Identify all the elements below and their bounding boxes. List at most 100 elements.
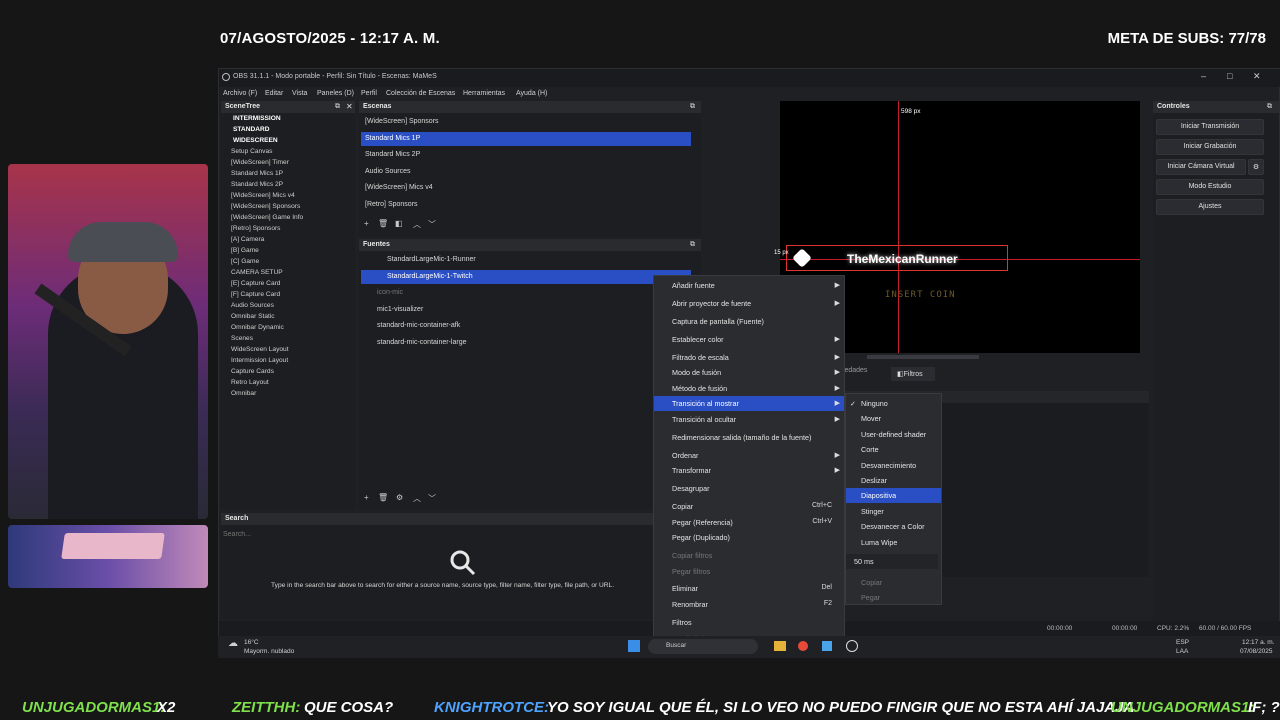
context-menu-item[interactable]: Modo de fusión ▶ bbox=[654, 365, 844, 380]
scenetree-item[interactable]: Audio Sources bbox=[231, 302, 274, 309]
maximize-icon[interactable]: □ bbox=[1227, 71, 1232, 81]
dock-float-icon[interactable]: ⧉ bbox=[690, 241, 695, 249]
context-menu-item[interactable]: Abrir proyector de fuente ▶ bbox=[654, 296, 844, 311]
context-menu-item[interactable]: Pegar (Duplicado) bbox=[654, 530, 844, 545]
start-recording-button[interactable]: Iniciar Grabación bbox=[1156, 139, 1264, 155]
scenetree-item[interactable]: Setup Canvas bbox=[231, 148, 272, 155]
scene-item[interactable]: Standard Mics 1P bbox=[361, 131, 691, 146]
scenetree-item[interactable]: Capture Cards bbox=[231, 368, 274, 375]
preview-scrollbar[interactable] bbox=[867, 355, 979, 359]
scenetree-item[interactable]: [A] Camera bbox=[231, 236, 264, 243]
source-item[interactable]: standard-mic-container-afk bbox=[361, 319, 691, 333]
context-menu-item[interactable]: Añadir fuente ▶ bbox=[654, 278, 844, 293]
move-up-icon[interactable]: ︿ bbox=[413, 493, 421, 504]
menu-coleccion[interactable]: Colección de Escenas bbox=[386, 90, 455, 97]
scenetree-item[interactable]: [WideScreen] Mics v4 bbox=[231, 192, 295, 199]
file-explorer-icon[interactable] bbox=[774, 641, 786, 651]
transition-option[interactable]: Desvanecer a Color bbox=[846, 519, 941, 534]
menu-ayuda[interactable]: Ayuda (H) bbox=[516, 90, 547, 97]
transition-option[interactable]: ✓ Ninguno bbox=[846, 396, 941, 411]
move-down-icon[interactable]: ﹀ bbox=[428, 219, 436, 230]
context-menu-item[interactable]: Eliminar Del bbox=[654, 581, 844, 596]
scenetree-item[interactable]: Standard Mics 1P bbox=[231, 170, 283, 177]
transition-option[interactable]: Corte bbox=[846, 442, 941, 457]
trash-icon[interactable]: 🗑 bbox=[378, 493, 388, 502]
menu-editar[interactable]: Editar bbox=[265, 90, 283, 97]
menu-archivo[interactable]: Archivo (F) bbox=[223, 90, 257, 97]
scenetree-item[interactable]: Omnibar Static bbox=[231, 313, 275, 320]
scenetree-item[interactable]: Standard Mics 2P bbox=[231, 181, 283, 188]
gear-icon[interactable]: ⚙ bbox=[396, 493, 403, 502]
source-item[interactable]: StandardLargeMic-1-Twitch bbox=[361, 269, 691, 284]
search-input[interactable] bbox=[223, 528, 643, 540]
move-down-icon[interactable]: ﹀ bbox=[428, 493, 436, 504]
filters-tab[interactable]: ◧Filtros bbox=[891, 367, 935, 381]
context-menu-item[interactable]: Establecer color ▶ bbox=[654, 332, 844, 347]
source-item[interactable]: mic1-visualizer bbox=[361, 303, 691, 317]
obs-taskbar-icon[interactable] bbox=[846, 640, 858, 652]
menu-paneles[interactable]: Paneles (D) bbox=[317, 90, 354, 97]
scenetree-item[interactable]: [WideScreen] Game Info bbox=[231, 214, 303, 221]
scenetree-item[interactable]: Retro Layout bbox=[231, 379, 269, 386]
scene-item[interactable]: Audio Sources bbox=[361, 165, 691, 179]
context-menu-item[interactable]: Captura de pantalla (Fuente) bbox=[654, 314, 844, 329]
source-item[interactable]: icon-mic bbox=[361, 286, 691, 300]
scenetree-item[interactable]: Omnibar bbox=[231, 390, 256, 397]
add-icon[interactable]: + bbox=[364, 493, 369, 502]
menu-vista[interactable]: Vista bbox=[292, 90, 307, 97]
context-menu-item[interactable]: Transición al ocultar ▶ bbox=[654, 412, 844, 427]
transition-option[interactable]: Diapositiva bbox=[846, 488, 941, 504]
duration-spinbox[interactable]: 50 ms bbox=[846, 554, 938, 569]
firefox-icon[interactable] bbox=[798, 641, 808, 651]
studio-mode-button[interactable]: Modo Estudio bbox=[1156, 179, 1264, 195]
dock-float-icon[interactable]: ⧉ bbox=[335, 103, 340, 111]
menu-perfil[interactable]: Perfil bbox=[361, 90, 377, 97]
dock-float-icon[interactable]: ⧉ bbox=[690, 103, 695, 111]
context-menu-item[interactable]: Copiar Ctrl+C bbox=[654, 499, 844, 514]
context-menu-item[interactable]: Método de fusión ▶ bbox=[654, 381, 844, 396]
add-icon[interactable]: + bbox=[364, 219, 369, 228]
dock-close-icon[interactable]: ✕ bbox=[346, 102, 353, 111]
source-item[interactable]: StandardLargeMic-1-Runner bbox=[361, 253, 691, 267]
context-menu-item[interactable]: Redimensionar salida (tamaño de la fuent… bbox=[654, 430, 844, 445]
dock-float-icon[interactable]: ⧉ bbox=[1267, 103, 1272, 111]
context-menu-item[interactable]: Desagrupar bbox=[654, 481, 844, 496]
scene-item[interactable]: [WideScreen] Sponsors bbox=[361, 115, 691, 129]
transition-option[interactable]: Mover bbox=[846, 411, 941, 426]
context-menu-item[interactable]: Filtrado de escala ▶ bbox=[654, 350, 844, 365]
scene-item[interactable]: Standard Mics 2P bbox=[361, 148, 691, 162]
context-menu-item[interactable]: Filtros bbox=[654, 615, 844, 630]
scenetree-item[interactable]: [E] Capture Card bbox=[231, 280, 280, 287]
taskbar-search[interactable]: Buscar bbox=[648, 639, 758, 654]
scenetree-item[interactable]: STANDARD bbox=[233, 126, 270, 133]
menu-herramientas[interactable]: Herramientas bbox=[463, 90, 505, 97]
gear-icon[interactable]: ⚙ bbox=[1248, 159, 1264, 175]
scenetree-item[interactable]: [F] Capture Card bbox=[231, 291, 280, 298]
context-menu-item[interactable]: Pegar (Referencia) Ctrl+V bbox=[654, 515, 844, 530]
context-menu-item[interactable]: Transición al mostrar ▶ bbox=[654, 396, 844, 411]
transition-option[interactable]: User-defined shader bbox=[846, 427, 941, 442]
scene-item[interactable]: [WideScreen] Mics v4 bbox=[361, 181, 691, 195]
trash-icon[interactable]: 🗑 bbox=[378, 219, 388, 228]
scenetree-item[interactable]: Intermission Layout bbox=[231, 357, 288, 364]
minimize-icon[interactable]: – bbox=[1201, 71, 1206, 81]
source-item[interactable]: standard-mic-container-large bbox=[361, 336, 691, 350]
scenetree-item[interactable]: CAMERA SETUP bbox=[231, 269, 283, 276]
context-menu-item[interactable]: Ordenar ▶ bbox=[654, 448, 844, 463]
scenetree-item[interactable]: WideScreen Layout bbox=[231, 346, 289, 353]
scenetree-item[interactable]: WIDESCREEN bbox=[233, 137, 278, 144]
context-menu-item[interactable]: Renombrar F2 bbox=[654, 597, 844, 612]
start-icon[interactable] bbox=[628, 640, 640, 652]
scene-item[interactable]: [Retro] Sponsors bbox=[361, 198, 691, 212]
transition-option[interactable]: Stinger bbox=[846, 504, 941, 519]
scenetree-item[interactable]: [B] Game bbox=[231, 247, 259, 254]
scenetree-item[interactable]: Scenes bbox=[231, 335, 253, 342]
scenetree-item[interactable]: [WideScreen] Timer bbox=[231, 159, 289, 166]
context-menu-item[interactable]: Pegar filtros bbox=[654, 564, 844, 579]
transition-option[interactable]: Deslizar bbox=[846, 473, 941, 488]
context-menu-item[interactable]: Copiar filtros bbox=[654, 548, 844, 563]
copy-item[interactable]: Copiar bbox=[846, 575, 941, 590]
start-virtual-camera-button[interactable]: Iniciar Cámara Virtual bbox=[1156, 159, 1246, 175]
filter-icon[interactable]: ◧ bbox=[395, 219, 403, 228]
scenetree-item[interactable]: [C] Game bbox=[231, 258, 259, 265]
